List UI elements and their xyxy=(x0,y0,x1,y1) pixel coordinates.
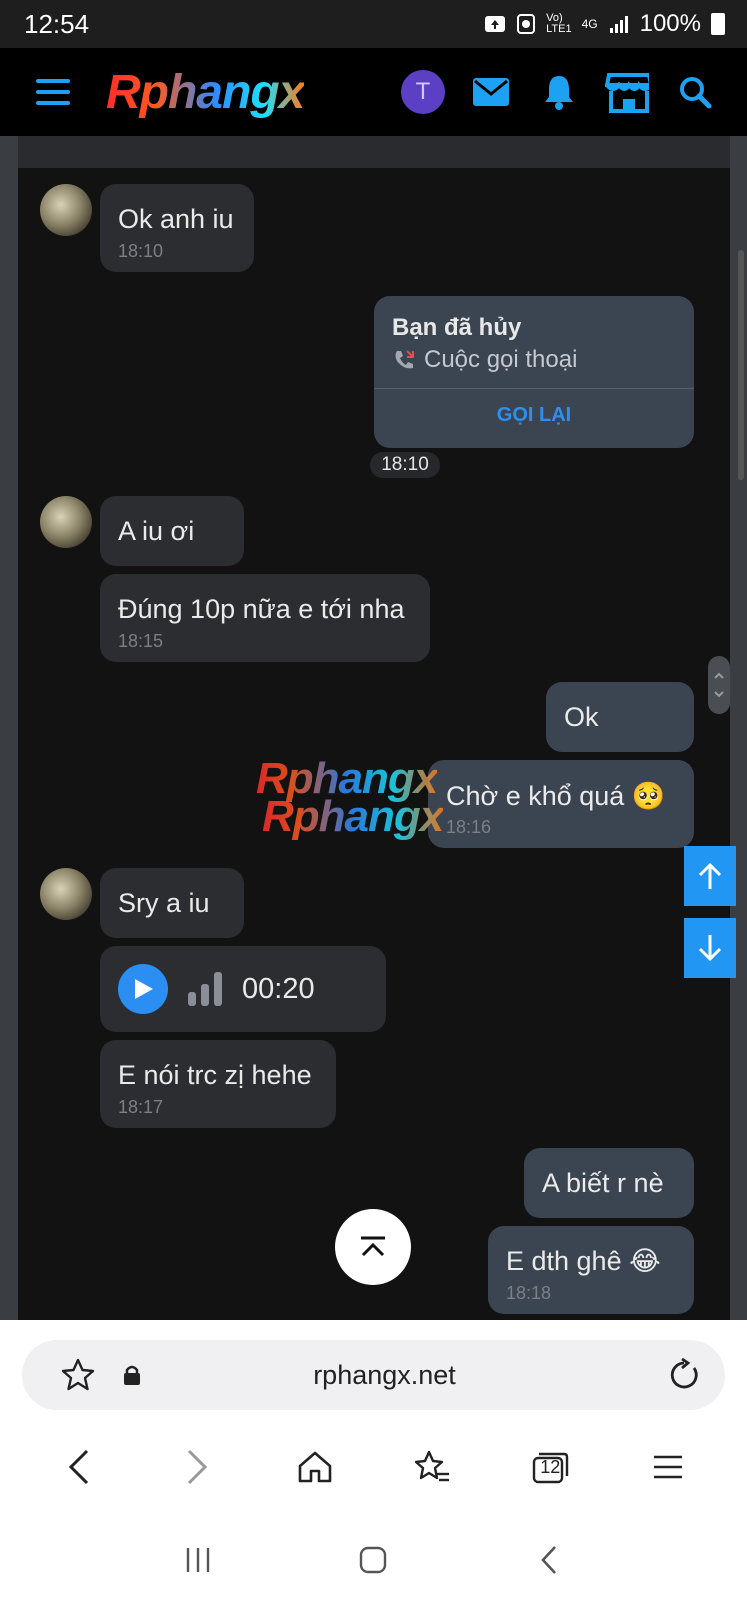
chevron-right-icon xyxy=(187,1449,207,1485)
chevron-up-icon xyxy=(361,1236,385,1257)
back-nav-button[interactable] xyxy=(517,1528,581,1592)
voice-waveform xyxy=(188,972,222,1006)
home-icon xyxy=(298,1451,331,1483)
menu-button[interactable] xyxy=(636,1435,700,1499)
bookmarks-icon xyxy=(415,1450,450,1482)
status-time: 12:54 xyxy=(24,8,90,39)
tab-count: 12 xyxy=(540,1457,561,1477)
call-title: Bạn đã hủy xyxy=(392,314,522,341)
watermark-logo: Rphangx xyxy=(262,792,444,841)
call-subtitle: Cuộc gọi thoại xyxy=(392,346,577,374)
net-type: 4G xyxy=(581,17,598,31)
menu-icon[interactable] xyxy=(36,79,70,105)
system-nav-bar xyxy=(0,1520,747,1600)
site-logo[interactable]: Rphangx xyxy=(106,65,305,120)
bookmark-star-icon[interactable] xyxy=(60,1357,96,1393)
scroll-to-top-button[interactable] xyxy=(335,1209,411,1285)
chat-panel: Ok anh iu 18:10 Bạn đã hủy Cuộc gọi thoạ… xyxy=(18,136,730,1320)
message-time: 18:10 xyxy=(118,241,164,261)
status-icons: Vo) LTE1 4G 100% xyxy=(484,10,725,38)
contact-avatar[interactable] xyxy=(40,184,92,236)
recent-apps-button[interactable] xyxy=(166,1528,230,1592)
call-divider xyxy=(374,388,694,389)
message-bubble-in[interactable]: Ok anh iu 18:10 xyxy=(100,184,254,272)
arrow-down-icon xyxy=(698,935,722,962)
contact-avatar[interactable] xyxy=(40,868,92,920)
site-header: Rphangx T xyxy=(0,48,747,136)
bookmarks-button[interactable] xyxy=(400,1435,464,1499)
store-icon[interactable] xyxy=(605,70,649,114)
call-time: 18:10 xyxy=(370,452,440,478)
url-text[interactable]: rphangx.net xyxy=(142,1360,627,1391)
home-nav-button[interactable] xyxy=(341,1528,405,1592)
call-card: Bạn đã hủy Cuộc gọi thoại GỌI LẠI xyxy=(374,296,694,448)
message-bubble-out[interactable]: E dth ghê 😂 18:18 xyxy=(488,1226,694,1314)
battery-icon xyxy=(711,13,725,35)
message-time: 18:17 xyxy=(118,1097,164,1117)
chat-scroll-handle[interactable] xyxy=(708,656,730,714)
scroll-down-button[interactable] xyxy=(684,918,736,978)
lock-icon xyxy=(124,1365,140,1385)
message-bubble-in[interactable]: E nói trc zị hehe 18:17 xyxy=(100,1040,336,1128)
message-time: 18:18 xyxy=(506,1283,552,1303)
play-icon xyxy=(135,979,153,999)
tabs-button[interactable]: 12 xyxy=(518,1435,582,1499)
back-button[interactable] xyxy=(47,1435,111,1499)
page-scrollbar[interactable] xyxy=(738,250,744,480)
home-square-icon xyxy=(360,1546,387,1574)
message-bubble-out[interactable]: A biết r nè xyxy=(524,1148,694,1218)
search-icon[interactable] xyxy=(673,70,717,114)
recent-apps-icon xyxy=(186,1548,210,1572)
arrow-up-icon xyxy=(698,862,722,889)
message-time: 18:16 xyxy=(446,817,492,837)
user-avatar[interactable]: T xyxy=(401,70,445,114)
volte-icon: Vo) LTE1 xyxy=(546,12,572,35)
voice-duration: 00:20 xyxy=(242,972,315,1005)
mail-icon[interactable] xyxy=(469,70,513,114)
call-back-button[interactable]: GỌI LẠI xyxy=(374,404,694,427)
home-button[interactable] xyxy=(283,1435,347,1499)
back-chevron-icon xyxy=(541,1546,557,1574)
address-bar[interactable]: rphangx.net xyxy=(22,1340,725,1410)
signal-icon xyxy=(609,16,628,33)
message-bubble-in[interactable]: Đúng 10p nữa e tới nha 18:15 xyxy=(100,574,430,662)
voice-message[interactable]: 00:20 xyxy=(100,946,386,1032)
contact-avatar[interactable] xyxy=(40,496,92,548)
chat-topbar xyxy=(18,136,730,168)
status-bar: 12:54 Vo) LTE1 4G 100% xyxy=(0,0,747,48)
notification-icon xyxy=(485,16,506,32)
reload-icon[interactable] xyxy=(667,1358,701,1392)
header-actions: T xyxy=(401,70,717,114)
message-bubble-out[interactable]: Ok xyxy=(546,682,694,752)
play-button[interactable] xyxy=(118,964,168,1014)
chevron-left-icon xyxy=(68,1449,88,1485)
browser-bar: rphangx.net 12 xyxy=(0,1320,747,1600)
message-bubble-in[interactable]: Sry a iu xyxy=(100,868,244,938)
browser-toolbar: 12 xyxy=(0,1432,747,1502)
menu-icon xyxy=(654,1455,683,1479)
scroll-up-button[interactable] xyxy=(684,846,736,906)
message-bubble-out[interactable]: Chờ e khổ quá 🥺 18:16 xyxy=(428,760,694,848)
battery-percent: 100% xyxy=(639,10,701,37)
recycle-icon xyxy=(517,14,536,34)
forward-button[interactable] xyxy=(165,1435,229,1499)
missed-call-icon xyxy=(395,350,414,369)
bell-icon[interactable] xyxy=(537,70,581,114)
message-bubble-in[interactable]: A iu ơi xyxy=(100,496,244,566)
message-time: 18:15 xyxy=(118,631,164,651)
